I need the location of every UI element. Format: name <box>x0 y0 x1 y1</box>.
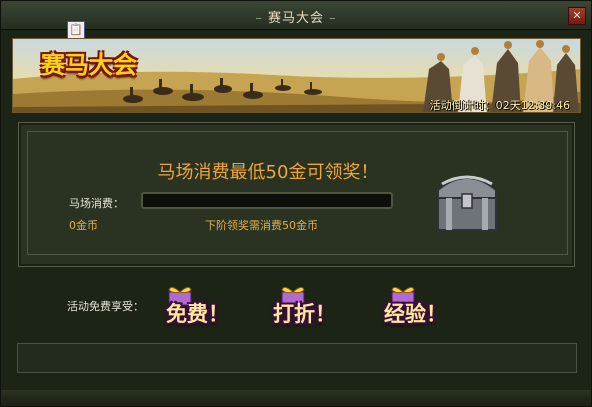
window-title: – 赛马大会 – <box>255 11 337 26</box>
next-tier-text: 下阶领奖需消费50金币 <box>205 219 318 232</box>
window-bottom-edge <box>1 390 591 406</box>
perk-free-button[interactable]: 免费！ <box>166 298 229 328</box>
footer-bar <box>17 343 577 373</box>
window-title-text: 赛马大会 <box>267 11 324 26</box>
close-button[interactable]: ✕ <box>568 7 586 25</box>
event-banner: 赛马大会 活动倒计时：02天12:39:46 <box>12 38 581 113</box>
consume-progress-bar <box>141 192 393 209</box>
countdown-label: 活动倒计时： <box>429 99 496 112</box>
title-bar: – 赛马大会 – ✕ <box>1 1 591 30</box>
perk-exp-button[interactable]: 经验！ <box>384 298 447 328</box>
treasure-chest-icon[interactable] <box>432 164 502 236</box>
countdown-timer: 活动倒计时：02天12:39:46 <box>429 97 570 112</box>
event-window: – 赛马大会 – ✕ 📋 赛马大会 活动倒计时：02天12:39:46 马场消费… <box>0 0 592 407</box>
perk-discount-button[interactable]: 打折！ <box>273 298 336 328</box>
consume-label: 马场消费： <box>69 197 124 210</box>
banner-title: 赛马大会 <box>41 51 137 79</box>
consume-value: 0金币 <box>69 219 98 232</box>
countdown-value: 02天12:39:46 <box>495 99 570 112</box>
clipboard-icon[interactable]: 📋 <box>67 21 85 39</box>
reward-headline: 马场消费最低50金可领奖！ <box>157 162 379 183</box>
perks-label: 活动免费享受： <box>67 300 144 313</box>
